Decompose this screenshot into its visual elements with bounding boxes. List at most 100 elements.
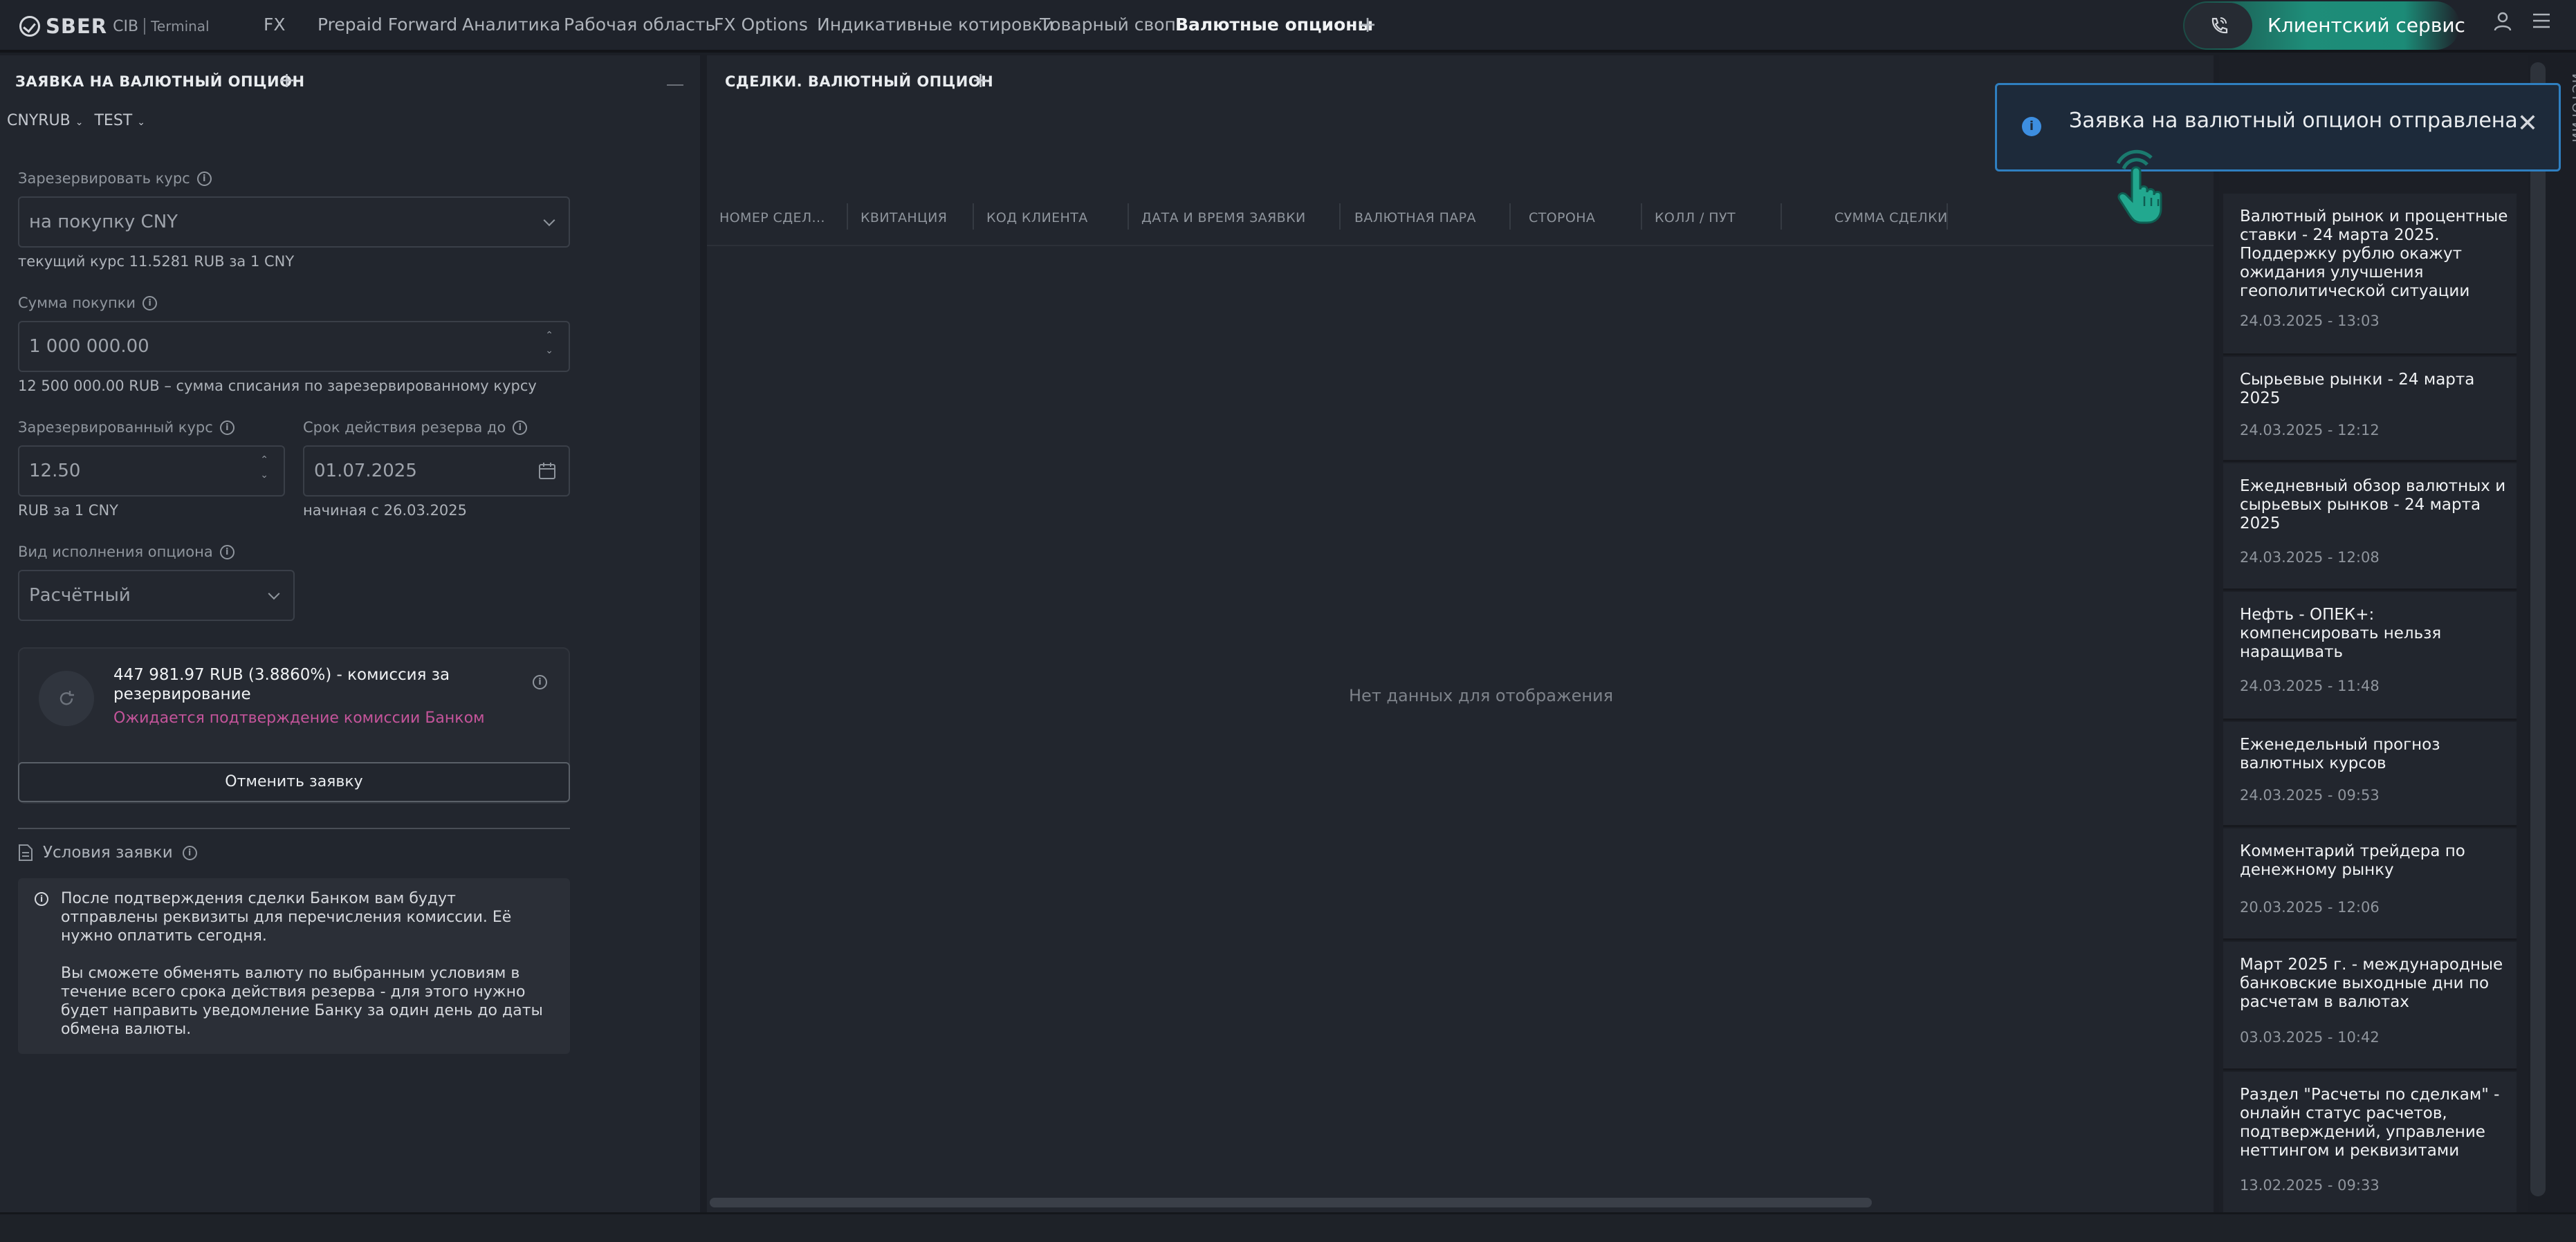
column-header[interactable]: ДАТА И ВРЕМЯ ЗАЯВКИ	[1141, 210, 1306, 225]
document-icon	[19, 844, 33, 861]
add-tab-plus-icon[interactable]: +	[1357, 12, 1378, 36]
info-icon: i	[35, 892, 48, 906]
toast-message: Заявка на валютный опцион отправлена	[2069, 109, 2518, 133]
cancel-request-button[interactable]: Отменить заявку	[18, 762, 570, 802]
notice-paragraph-2: Вы сможете обменять валюту по выбранным …	[61, 965, 543, 1038]
minimize-icon[interactable]	[667, 84, 683, 86]
info-icon[interactable]: i	[196, 171, 212, 186]
reserved-rate-hint: RUB за 1 CNY	[18, 502, 118, 519]
info-icon[interactable]: i	[219, 544, 234, 559]
stepper-icon[interactable]: ⌃ ⌄	[260, 452, 268, 483]
info-icon[interactable]: i	[182, 845, 197, 860]
execution-type-select[interactable]: Расчётный	[18, 570, 295, 621]
nav-tab-commodity-swap[interactable]: Товарный своп	[1040, 0, 1176, 50]
column-separator[interactable]	[1781, 203, 1782, 230]
news-title: Ежедневный обзор валютных и сырьевых рын…	[2240, 477, 2506, 532]
column-separator[interactable]	[1339, 203, 1341, 230]
info-icon[interactable]: i	[142, 295, 158, 310]
news-item[interactable]: Сырьевые рынки - 24 марта 2025 24.03.202…	[2223, 357, 2517, 462]
nav-tab-fx-options[interactable]: FX Options	[714, 0, 808, 50]
nav-tab-analytics[interactable]: Аналитика	[462, 0, 560, 50]
deals-panel: СДЕЛКИ. ВАЛЮТНЫЙ ОПЦИОН + НОМЕР СДЕЛ... …	[707, 55, 2214, 1212]
currency-pair-select[interactable]: CNYRUB ⌄	[7, 112, 83, 129]
news-title: Нефть - ОПЕК+: компенсировать нельзя нар…	[2240, 606, 2442, 661]
chevron-down-icon	[268, 588, 280, 600]
current-rate-hint: текущий курс 11.5281 RUB за 1 CNY	[18, 253, 295, 270]
close-icon[interactable]: ✕	[2517, 110, 2538, 138]
request-add-plus-icon[interactable]: +	[278, 71, 295, 91]
nav-tab-fx[interactable]: FX	[264, 0, 286, 50]
column-header[interactable]: СТОРОНА	[1529, 210, 1595, 225]
reserve-term-label: Срок действия резерва до i	[303, 419, 528, 436]
info-icon: i	[2022, 117, 2041, 136]
news-item[interactable]: Валютный рынок и процентные ставки - 24 …	[2223, 194, 2517, 355]
client-service-button[interactable]: Клиентский сервис	[2183, 1, 2465, 50]
nav-tab-currency-options[interactable]: Валютные опционы	[1175, 0, 1373, 50]
info-icon[interactable]: i	[533, 675, 547, 689]
column-separator[interactable]	[1128, 203, 1129, 230]
news-date: 24.03.2025 - 09:53	[2240, 787, 2380, 804]
toast-notification: i Заявка на валютный опцион отправлена ✕	[1995, 83, 2561, 172]
reserve-rate-select[interactable]: на покупку CNY	[18, 196, 570, 248]
logo-sub: CIB	[113, 17, 139, 35]
logo-product: Terminal	[144, 18, 210, 35]
news-scrollbar[interactable]	[2530, 62, 2546, 1196]
deals-add-plus-icon[interactable]: +	[972, 71, 989, 91]
calendar-icon[interactable]	[538, 462, 556, 485]
menu-icon[interactable]	[2529, 11, 2554, 36]
reserved-rate-input[interactable]: 12.50 ⌃ ⌄	[18, 445, 285, 497]
nav-tab-indicative-quotes[interactable]: Индикативные котировки	[817, 0, 1054, 50]
hand-pointer-cursor-icon	[2111, 148, 2178, 224]
column-separator[interactable]	[973, 203, 974, 230]
stories-side-tab[interactable]: ИСТОРИИ	[2569, 73, 2576, 143]
logo[interactable]: SBER CIB Terminal	[19, 15, 210, 38]
reserve-rate-label: Зарезервировать курс i	[18, 170, 212, 187]
column-header[interactable]: СУММА СДЕЛКИ	[1834, 210, 1948, 225]
news-date: 03.03.2025 - 10:42	[2240, 1029, 2380, 1046]
news-date: 20.03.2025 - 12:06	[2240, 899, 2380, 916]
news-item[interactable]: Еженедельный прогноз валютных курсов 24.…	[2223, 722, 2517, 827]
column-separator[interactable]	[1509, 203, 1511, 230]
news-item[interactable]: Ежедневный обзор валютных и сырьевых рын…	[2223, 463, 2517, 591]
divider	[18, 828, 570, 829]
stepper-icon[interactable]: ⌃ ⌄	[545, 328, 553, 358]
user-icon[interactable]	[2490, 11, 2515, 36]
column-separator[interactable]	[1641, 203, 1642, 230]
news-item[interactable]: Март 2025 г. - международные банковские …	[2223, 942, 2517, 1070]
column-header[interactable]: КОЛЛ / ПУТ	[1655, 210, 1736, 225]
reserved-rate-label: Зарезервированный курс i	[18, 419, 234, 436]
news-title: Еженедельный прогноз валютных курсов	[2240, 736, 2440, 772]
news-date: 24.03.2025 - 12:08	[2240, 549, 2380, 566]
column-separator[interactable]	[1947, 203, 1948, 230]
news-item[interactable]: Нефть - ОПЕК+: компенсировать нельзя нар…	[2223, 592, 2517, 721]
client-service-label: Клиентский сервис	[2267, 14, 2465, 37]
column-header[interactable]: КОД КЛИЕНТА	[986, 210, 1088, 225]
purchase-amount-input[interactable]: 1 000 000.00 ⌃ ⌄	[18, 321, 570, 372]
news-item[interactable]: Раздел "Расчеты по сделкам" - онлайн ста…	[2223, 1072, 2517, 1212]
news-date: 24.03.2025 - 12:12	[2240, 422, 2380, 438]
execution-type-label: Вид исполнения опциона i	[18, 544, 234, 560]
reserve-term-date-input[interactable]: 01.07.2025	[303, 445, 570, 497]
top-bar: SBER CIB Terminal FX Prepaid Forward Ана…	[0, 0, 2576, 53]
deals-panel-title: СДЕЛКИ. ВАЛЮТНЫЙ ОПЦИОН	[725, 73, 994, 90]
news-title: Раздел "Расчеты по сделкам" - онлайн ста…	[2240, 1086, 2500, 1160]
notice-paragraph-1: После подтверждения сделки Банком вам бу…	[61, 890, 512, 945]
news-item[interactable]: Комментарий трейдера по денежному рынку …	[2223, 828, 2517, 940]
column-header[interactable]: НОМЕР СДЕЛ...	[719, 210, 825, 225]
purchase-amount-value: 1 000 000.00	[29, 336, 149, 357]
news-title: Валютный рынок и процентные ставки - 24 …	[2240, 207, 2508, 300]
logo-brand: SBER	[46, 15, 108, 38]
chevron-down-icon	[543, 214, 555, 227]
column-header[interactable]: КВИТАНЦИЯ	[861, 210, 947, 225]
account-select[interactable]: TEST ⌄	[94, 112, 145, 129]
news-title: Комментарий трейдера по денежному рынку	[2240, 842, 2465, 879]
conditions-label: Условия заявки	[43, 844, 173, 862]
column-header[interactable]: ВАЛЮТНАЯ ПАРА	[1354, 210, 1476, 225]
column-separator[interactable]	[847, 203, 848, 230]
horizontal-scrollbar[interactable]	[710, 1198, 1872, 1207]
reserve-term-hint: начиная с 26.03.2025	[303, 502, 468, 519]
info-icon[interactable]: i	[219, 420, 234, 435]
info-icon[interactable]: i	[513, 420, 528, 435]
nav-tab-prepaid-forward[interactable]: Prepaid Forward	[318, 0, 457, 50]
nav-tab-workspace[interactable]: Рабочая область	[564, 0, 715, 50]
